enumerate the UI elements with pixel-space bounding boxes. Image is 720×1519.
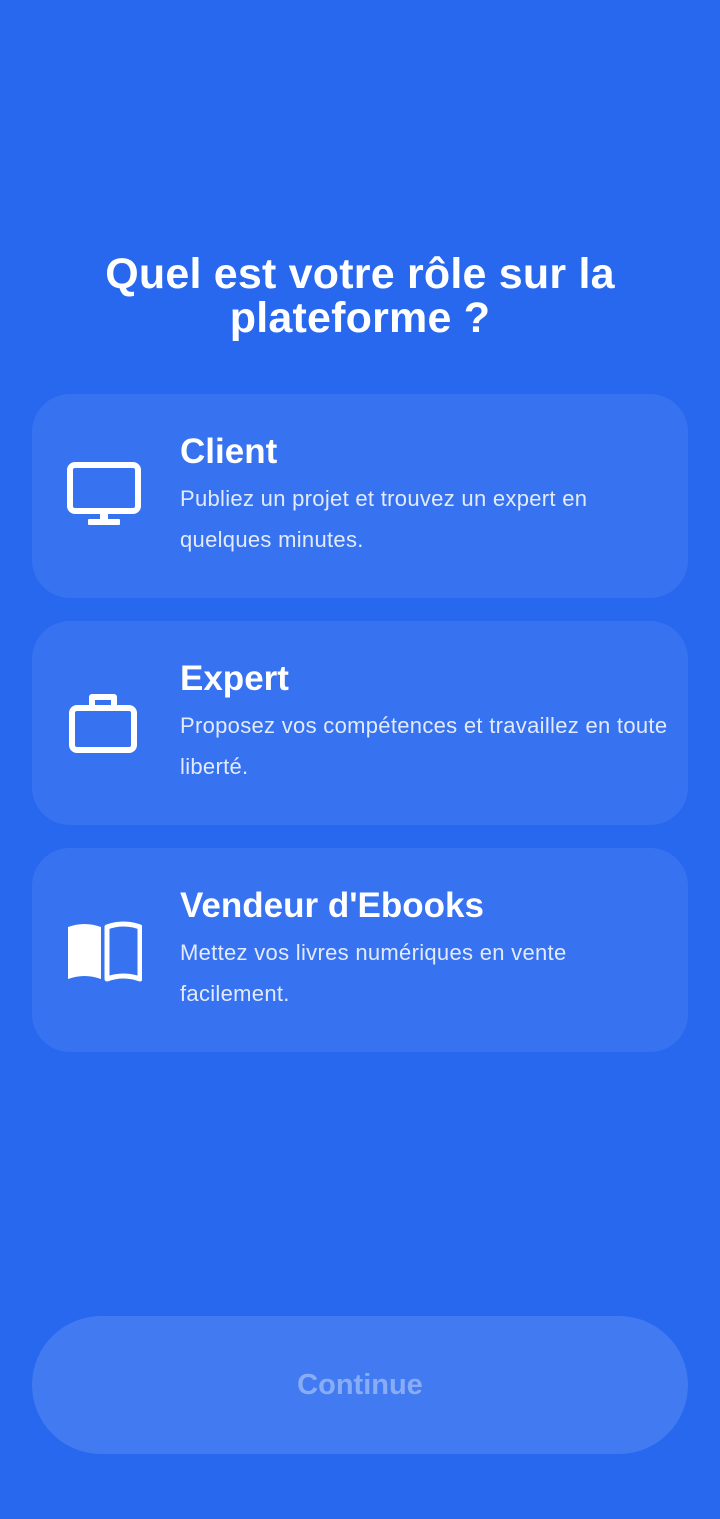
page-title: Quel est votre rôle sur la plateforme ?	[105, 250, 615, 342]
role-title: Expert	[180, 659, 289, 698]
continue-button[interactable]: Continue	[32, 1316, 688, 1454]
monitor-icon	[66, 460, 142, 532]
book-open-icon	[66, 914, 142, 986]
role-description: Publiez un projet et trouvez un expert e…	[180, 486, 588, 552]
role-title: Vendeur d'Ebooks	[180, 886, 484, 925]
role-card-expert[interactable]: Expert Proposez vos compétences et trava…	[32, 621, 688, 825]
role-description: Mettez vos livres numériques en vente fa…	[180, 940, 567, 1006]
role-card-client[interactable]: Client Publiez un projet et trouvez un e…	[32, 394, 688, 598]
role-title: Client	[180, 432, 278, 471]
role-description: Proposez vos compétences et travaillez e…	[180, 713, 668, 779]
role-card-ebook-seller[interactable]: Vendeur d'Ebooks Mettez vos livres numér…	[32, 848, 688, 1052]
briefcase-icon	[66, 687, 142, 759]
